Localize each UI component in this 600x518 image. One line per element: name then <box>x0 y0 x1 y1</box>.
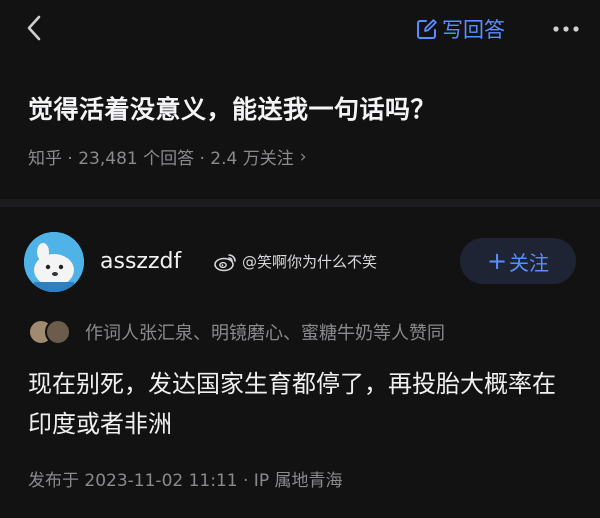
avatar[interactable] <box>24 232 84 292</box>
follow-button[interactable]: + 关注 <box>460 238 576 284</box>
more-horizontal-icon <box>553 26 579 32</box>
top-bar: 写回答 <box>0 0 600 58</box>
question-meta[interactable]: 知乎 · 23,481 个回答 · 2.4 万关注 › <box>28 144 307 170</box>
upvoters-text: 作词人张汇泉、明镜磨心、蜜糖牛奶等人赞同 <box>85 323 445 344</box>
section-divider <box>0 199 600 207</box>
plus-icon: + <box>486 247 508 275</box>
answer-author: asszzdf @笑啊你为什么不笑 + 关注 <box>24 232 584 292</box>
edit-icon <box>417 19 437 39</box>
upvoters-row[interactable]: 作词人张汇泉、明镜磨心、蜜糖牛奶等人赞同 <box>28 318 445 346</box>
more-button[interactable] <box>548 14 584 44</box>
question-meta-text: 知乎 · 23,481 个回答 · 2.4 万关注 <box>28 149 294 169</box>
published-info: 发布于 2023-11-02 11:11 · IP 属地青海 <box>28 471 343 491</box>
chevron-right-icon: › <box>299 146 307 167</box>
avatar-image <box>24 232 84 292</box>
weibo-icon <box>214 253 236 271</box>
back-button[interactable] <box>18 12 50 44</box>
weibo-handle: @笑啊你为什么不笑 <box>242 253 378 271</box>
follow-label: 关注 <box>509 250 550 275</box>
author-weibo: @笑啊你为什么不笑 <box>214 251 377 272</box>
chevron-left-icon <box>27 15 41 41</box>
author-name[interactable]: asszzdf <box>100 249 181 274</box>
question-title: 觉得活着没意义，能送我一句话吗？ <box>28 95 437 124</box>
upvoter-avatar <box>45 319 71 345</box>
write-answer-button[interactable]: 写回答 <box>416 14 505 44</box>
write-answer-label: 写回答 <box>442 18 505 42</box>
answer-content[interactable]: 现在别死，发达国家生育都停了，再投胎大概率在印度或者非洲 <box>28 364 576 444</box>
